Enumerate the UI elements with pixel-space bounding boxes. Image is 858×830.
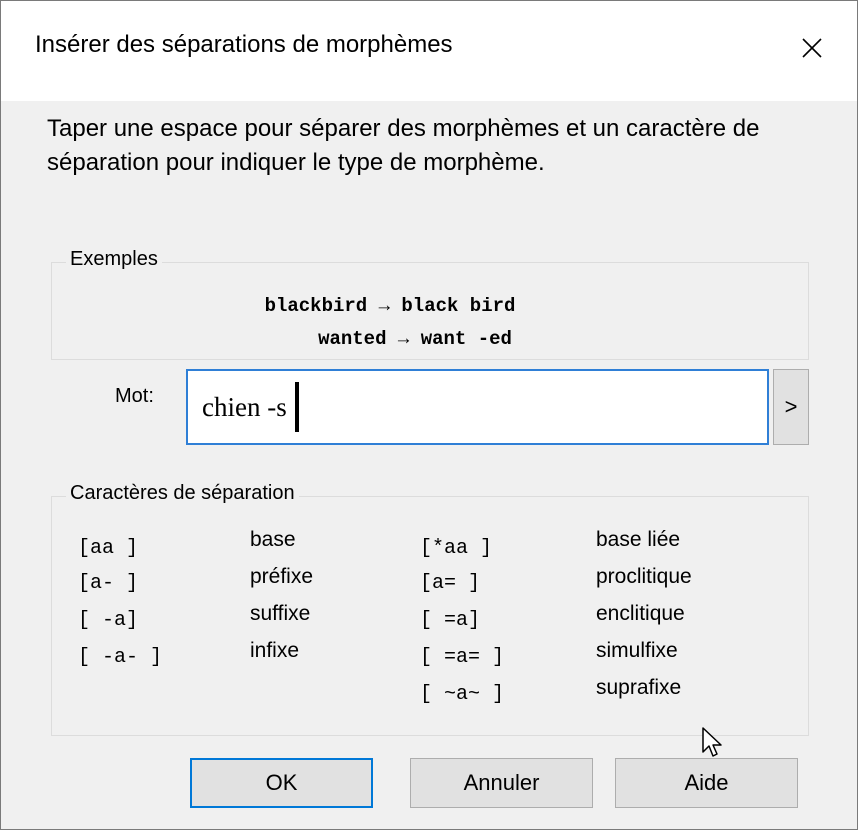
word-label: Mot: — [115, 385, 154, 407]
separator-name-suprafix: suprafixe — [596, 676, 682, 699]
example-line: wanted → want -ed — [318, 328, 512, 350]
separator-code-simulfix: [ =a= ] — [420, 646, 505, 669]
separator-name-proclitic: proclitique — [596, 565, 692, 588]
separator-code-enclitic: [ =a] — [420, 609, 481, 632]
mouse-pointer-icon — [702, 727, 722, 757]
separator-name-bound-root: base liée — [596, 528, 681, 551]
examples-group-label: Exemples — [66, 248, 162, 271]
dialog-title: Insérer des séparations de morphèmes — [35, 31, 453, 58]
text-caret — [295, 382, 299, 432]
separator-name-base: base — [250, 528, 296, 551]
examples-group: Exemples blackbird → black bird wanted →… — [51, 248, 809, 360]
separator-code-suffix: [ -a] — [78, 609, 139, 632]
separator-name-enclitic: enclitique — [596, 602, 685, 625]
separator-code-bound-root: [*aa ] — [420, 537, 493, 560]
instructions-text: Taper une espace pour séparer des morphè… — [47, 115, 760, 176]
separator-name-suffix: suffixe — [250, 602, 311, 625]
separators-group-label: Caractères de séparation — [66, 482, 299, 505]
ok-button[interactable]: OK — [190, 758, 373, 808]
help-button[interactable]: Aide — [615, 758, 798, 808]
morpheme-break-dialog: Insérer des séparations de morphèmes Tap… — [0, 0, 858, 830]
separator-name-prefix: préfixe — [250, 565, 314, 588]
close-button[interactable] — [771, 11, 853, 85]
title-bar: Insérer des séparations de morphèmes — [1, 1, 857, 101]
insert-separator-button[interactable]: > — [773, 369, 809, 445]
separator-code-suprafix: [ ~a~ ] — [420, 683, 505, 706]
separators-group: Caractères de séparation [aa ] base [a- … — [51, 482, 809, 736]
example-line: blackbird → black bird — [264, 295, 516, 317]
word-input[interactable] — [186, 369, 769, 445]
separator-code-infix: [ -a- ] — [78, 646, 163, 669]
separator-name-simulfix: simulfixe — [596, 639, 678, 662]
separator-code-prefix: [a- ] — [78, 572, 139, 595]
close-icon — [802, 38, 822, 58]
separator-name-infix: infixe — [250, 639, 300, 662]
separator-code-base: [aa ] — [78, 537, 139, 560]
separator-code-proclitic: [a= ] — [420, 572, 481, 595]
cancel-button[interactable]: Annuler — [410, 758, 593, 808]
